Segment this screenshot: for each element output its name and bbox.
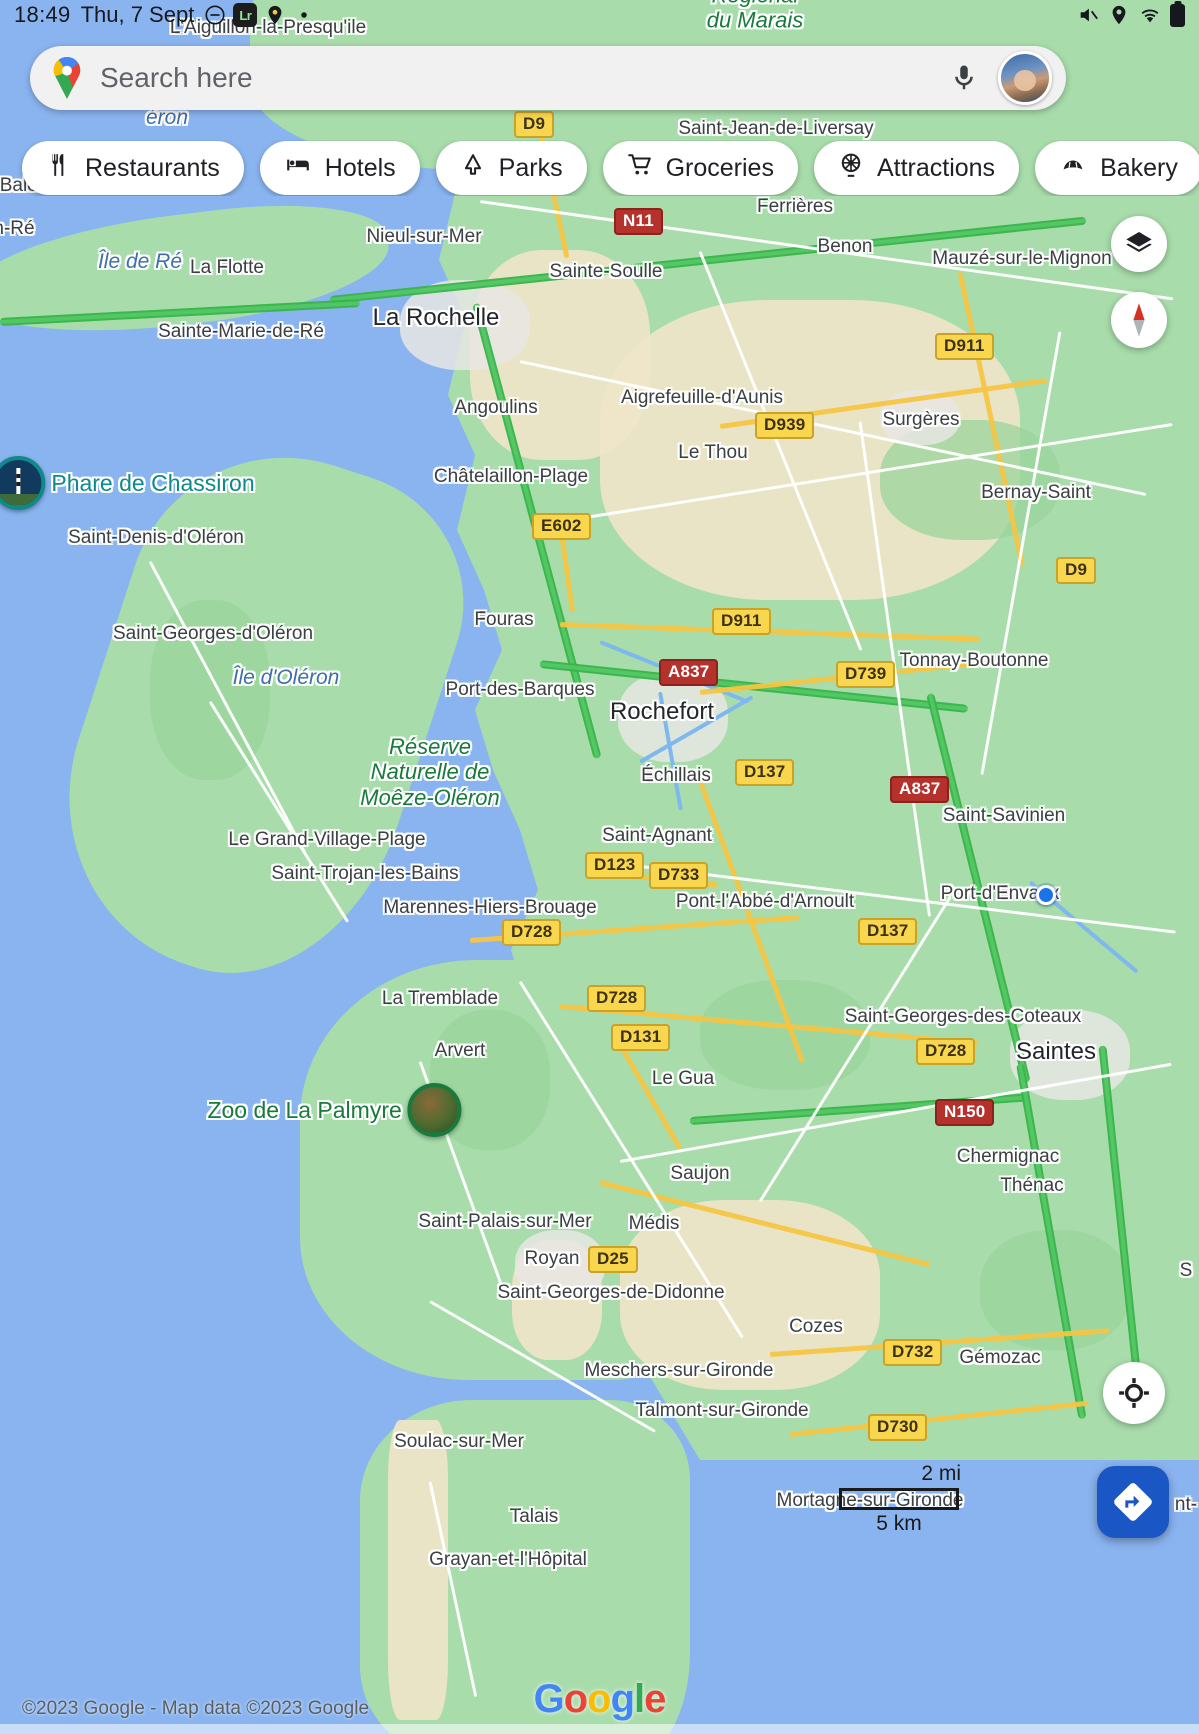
map-attribution: ©2023 Google - Map data ©2023 Google — [22, 1698, 370, 1719]
mute-icon — [1080, 8, 1098, 22]
chip-label: Bakery — [1100, 153, 1178, 182]
lighthouse-photo-icon — [0, 456, 46, 510]
croissant-icon — [1059, 153, 1087, 184]
terrain-sand — [388, 1420, 448, 1720]
road-shield: D728 — [587, 985, 647, 1012]
system-navigation-bar — [0, 1724, 1199, 1734]
my-location-crosshair-icon — [1119, 1378, 1149, 1408]
logo-letter-g1: G — [533, 1677, 565, 1721]
microphone-icon — [955, 65, 973, 90]
google-logo: Google — [533, 1677, 667, 1722]
poi-label: Zoo de La Palmyre — [207, 1096, 402, 1123]
logo-letter-o1: o — [563, 1677, 588, 1721]
more-dot-icon — [301, 12, 308, 18]
logo-letter-o2: o — [587, 1677, 611, 1721]
my-location-button[interactable] — [1103, 1362, 1165, 1424]
chip-label: Parks — [498, 153, 563, 182]
directions-arrow-icon — [1114, 1483, 1152, 1521]
road-shield: A837 — [659, 659, 719, 686]
road-shield: D728 — [502, 919, 562, 946]
status-system-icons — [1077, 3, 1185, 27]
google-maps-pin-icon — [53, 57, 81, 99]
battery-icon — [1170, 3, 1185, 27]
search-input[interactable]: Search here — [100, 62, 942, 94]
road-shield: D131 — [611, 1024, 671, 1051]
road-shield: D730 — [868, 1414, 928, 1441]
location-pin-icon — [1112, 5, 1126, 25]
terrain-forest — [700, 980, 870, 1090]
compass-icon — [1133, 303, 1145, 337]
google-maps-screen: L'Aiguillon-la-Presqu'ile Saint-Jean-de-L… — [0, 0, 1199, 1734]
road-shield: D728 — [916, 1038, 976, 1065]
compass-button[interactable] — [1111, 292, 1167, 348]
status-bar: 18:49 Thu, 7 Sept Lr — [0, 0, 1199, 30]
road-shield: D733 — [649, 862, 709, 889]
logo-letter-l: l — [634, 1677, 645, 1721]
chip-label: Attractions — [876, 153, 996, 182]
map-canvas[interactable]: L'Aiguillon-la-Presqu'ile Saint-Jean-de-L… — [0, 0, 1199, 1734]
layers-icon — [1126, 232, 1152, 252]
road-shield: D123 — [585, 852, 645, 879]
logo-letter-g2: g — [610, 1677, 635, 1721]
directions-button[interactable] — [1097, 1466, 1169, 1538]
park-tree-icon — [460, 152, 486, 185]
road-shield: D25 — [588, 1246, 638, 1273]
wifi-icon — [1141, 9, 1159, 23]
status-time: 18:49 — [14, 2, 71, 27]
scale-miles-label: 2 mi — [921, 1462, 961, 1485]
chip-hotels[interactable]: Hotels — [259, 141, 420, 195]
ferris-wheel-icon — [838, 152, 864, 185]
category-chip-row[interactable]: Restaurants Hotels Parks Groceries Attractio… — [0, 140, 1199, 196]
road-shield: N11 — [614, 208, 663, 235]
zoo-photo-icon — [407, 1083, 462, 1137]
chip-bakery[interactable]: Bakery — [1035, 141, 1199, 195]
map-scale-bar: 2 mi 5 km — [839, 1462, 961, 1536]
search-bar[interactable]: Search here — [30, 46, 1066, 110]
restaurant-icon — [46, 152, 72, 185]
chip-label: Restaurants — [85, 153, 220, 182]
chip-attractions[interactable]: Attractions — [813, 141, 1020, 195]
scale-bar-graphic — [839, 1488, 959, 1510]
do-not-disturb-icon — [205, 5, 225, 25]
scale-km-label: 5 km — [876, 1512, 922, 1535]
shopping-cart-icon — [627, 152, 653, 185]
road-shield: D732 — [883, 1339, 943, 1366]
logo-letter-e: e — [644, 1677, 666, 1721]
poi-marker-lighthouse[interactable]: Phare de Chassiron — [0, 456, 255, 510]
landmass-ile-de-re — [0, 189, 396, 351]
voice-search-button[interactable] — [942, 56, 986, 100]
road-shield: D939 — [755, 412, 815, 439]
road-shield: N150 — [935, 1099, 995, 1126]
location-pin-icon — [268, 5, 282, 25]
chip-parks[interactable]: Parks — [435, 141, 587, 195]
road-shield: D137 — [735, 759, 795, 786]
road-shield: D911 — [935, 333, 994, 360]
hotel-bed-icon — [284, 152, 312, 185]
map-label: nt- — [1174, 1494, 1198, 1515]
status-notification-icons: Lr — [204, 3, 315, 27]
status-date: Thu, 7 Sept — [80, 2, 195, 27]
chip-groceries[interactable]: Groceries — [602, 141, 798, 195]
road-shield: D911 — [712, 608, 771, 635]
poi-label: Phare de Chassiron — [51, 469, 255, 496]
lightroom-badge-icon: Lr — [233, 3, 258, 27]
map-label: n-Ré — [0, 218, 35, 239]
road-shield: D9 — [1056, 557, 1097, 584]
terrain-sand — [620, 1200, 880, 1390]
road-shield: D9 — [514, 111, 555, 138]
road-shield: A837 — [890, 776, 950, 803]
map-layers-button[interactable] — [1111, 216, 1167, 272]
avatar[interactable] — [998, 51, 1052, 105]
chip-label: Groceries — [665, 153, 774, 182]
road-shield: D739 — [836, 661, 896, 688]
poi-marker-zoo[interactable]: Zoo de La Palmyre — [207, 1083, 462, 1137]
road-shield: D137 — [858, 918, 918, 945]
chip-label: Hotels — [324, 153, 396, 182]
chip-restaurants[interactable]: Restaurants — [22, 141, 244, 195]
road-shield: E602 — [532, 513, 591, 540]
user-location-dot — [1036, 885, 1056, 905]
